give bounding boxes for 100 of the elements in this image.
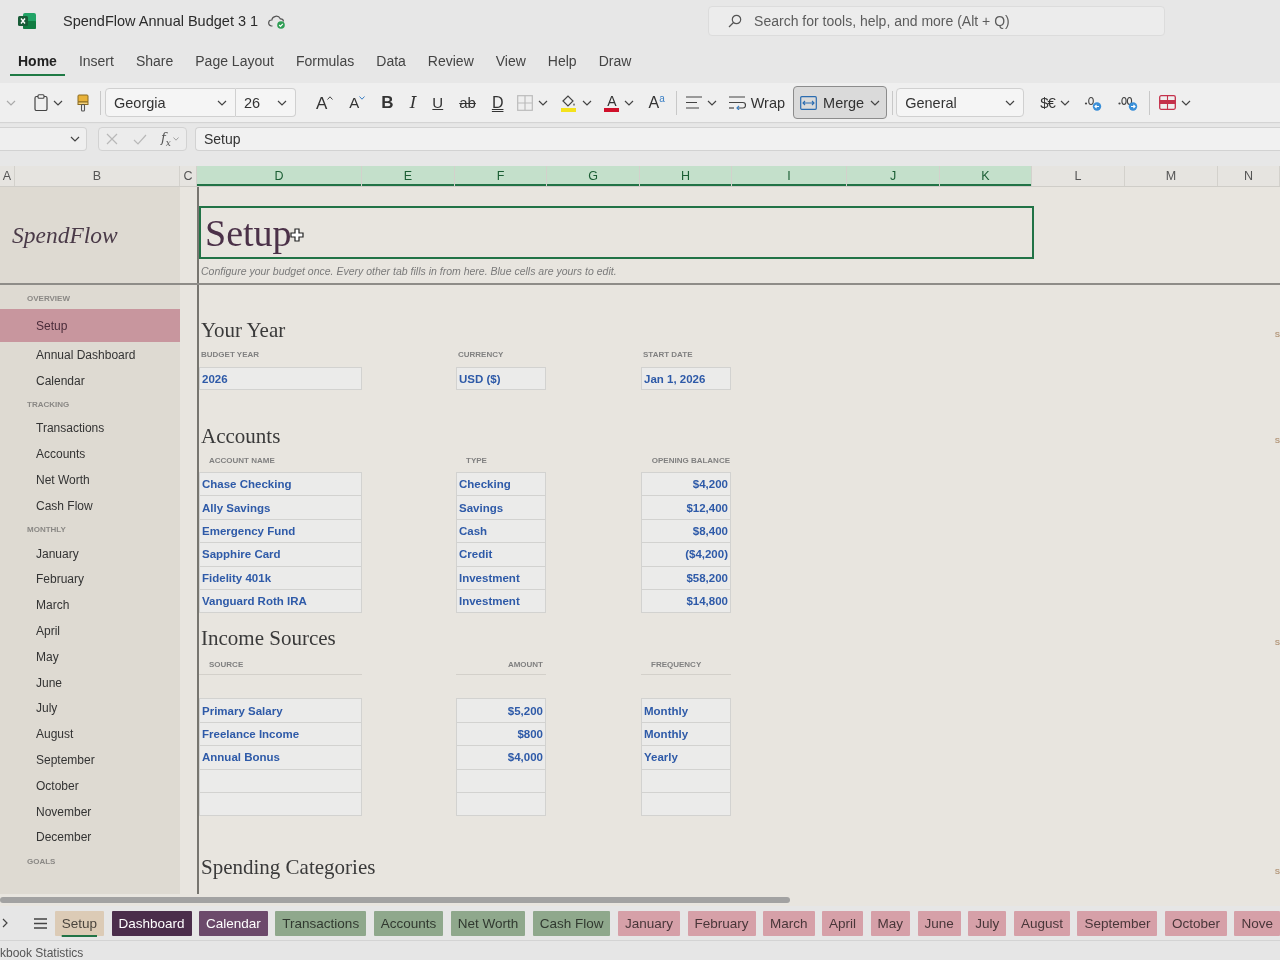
status-text[interactable]: kbook Statistics: [0, 945, 84, 960]
input-cell[interactable]: Annual Bonus: [199, 745, 362, 770]
nav-item[interactable]: Setup: [0, 309, 180, 342]
input-cell[interactable]: Yearly: [641, 745, 731, 770]
input-cell[interactable]: Jan 1, 2026: [641, 367, 731, 390]
nav-item[interactable]: October: [0, 772, 180, 799]
input-cell[interactable]: Monthly: [641, 698, 731, 723]
input-cell[interactable]: [199, 768, 362, 793]
input-cell[interactable]: [199, 791, 362, 817]
input-cell[interactable]: Fidelity 401k: [199, 565, 362, 590]
merge-button[interactable]: Merge: [793, 86, 888, 119]
font-name-dropdown[interactable]: Georgia: [105, 88, 236, 117]
input-cell[interactable]: Chase Checking: [199, 472, 362, 497]
sheet-tab[interactable]: April: [822, 910, 864, 936]
column-header[interactable]: J: [847, 166, 940, 186]
input-cell[interactable]: [456, 791, 546, 817]
ribbon-tab[interactable]: Draw: [590, 46, 640, 76]
input-cell[interactable]: Investment: [456, 588, 546, 614]
font-size-dropdown[interactable]: 26: [236, 88, 296, 117]
ribbon-tab[interactable]: Insert: [70, 46, 122, 76]
input-cell[interactable]: Credit: [456, 542, 546, 567]
ribbon-tab[interactable]: Share: [127, 46, 182, 76]
ribbon-tab[interactable]: Formulas: [287, 46, 363, 76]
search-field[interactable]: Search for tools, help, and more (Alt + Q): [708, 6, 1166, 36]
ribbon-tab[interactable]: Data: [368, 46, 414, 76]
font-color-button[interactable]: A: [600, 87, 639, 118]
cloud-check-icon[interactable]: [268, 13, 288, 29]
nav-item[interactable]: June: [0, 669, 180, 696]
sheet-tab[interactable]: January: [617, 910, 680, 936]
sheet-tab[interactable]: Cash Flow: [532, 910, 611, 936]
column-header[interactable]: E: [362, 166, 455, 186]
input-cell[interactable]: $5,200: [456, 698, 546, 723]
sheet-tab[interactable]: August: [1013, 910, 1070, 936]
chevron-down-icon[interactable]: [6, 99, 16, 106]
horizontal-scrollbar[interactable]: [0, 897, 790, 903]
nav-item[interactable]: Calendar: [0, 367, 180, 394]
input-cell[interactable]: Checking: [456, 472, 546, 497]
column-header[interactable]: F: [455, 166, 547, 186]
input-cell[interactable]: Ally Savings: [199, 495, 362, 520]
input-cell[interactable]: $12,400: [641, 495, 731, 520]
text-effects-button[interactable]: A$^{a}$: [642, 87, 671, 118]
sheet-tab[interactable]: June: [917, 910, 961, 936]
input-cell[interactable]: Primary Salary: [199, 698, 362, 723]
nav-item[interactable]: July: [0, 695, 180, 722]
ribbon-tab[interactable]: Home: [10, 46, 65, 76]
wrap-button[interactable]: Wrap: [724, 87, 790, 118]
sheet-tab[interactable]: July: [968, 910, 1007, 936]
nav-item[interactable]: April: [0, 618, 180, 644]
shrink-font-button[interactable]: A: [343, 87, 372, 118]
nav-item[interactable]: Cash Flow: [0, 493, 180, 519]
input-cell[interactable]: $14,800: [641, 588, 731, 614]
column-header[interactable]: A: [0, 166, 15, 186]
nav-item[interactable]: February: [0, 566, 180, 593]
nav-item[interactable]: Accounts: [0, 441, 180, 468]
input-cell[interactable]: $4,000: [456, 745, 546, 770]
nav-item[interactable]: Net Worth: [0, 467, 180, 493]
input-cell[interactable]: [641, 768, 731, 793]
column-header[interactable]: N: [1218, 166, 1280, 186]
input-cell[interactable]: [641, 791, 731, 817]
nav-item[interactable]: August: [0, 721, 180, 748]
input-cell[interactable]: ($4,200): [641, 542, 731, 567]
input-cell[interactable]: Investment: [456, 565, 546, 590]
column-header[interactable]: G: [547, 166, 640, 186]
sheet-tab[interactable]: Transactions: [275, 910, 367, 936]
sheet-tab[interactable]: Nove: [1234, 910, 1280, 936]
sheet-tab[interactable]: March: [763, 910, 815, 936]
sheet-tab[interactable]: Setup: [54, 910, 104, 936]
sheet-tab[interactable]: Accounts: [373, 910, 444, 936]
column-header[interactable]: I: [732, 166, 847, 186]
formula-field[interactable]: Setup: [195, 127, 1280, 151]
sheet-tab[interactable]: September: [1077, 910, 1158, 936]
spreadsheet-app-icon[interactable]: [18, 13, 36, 29]
sheet-tab[interactable]: Dashboard: [111, 910, 192, 936]
selected-cell[interactable]: Setup: [199, 206, 1034, 259]
input-cell[interactable]: 2026: [199, 367, 362, 390]
sheet-tab[interactable]: February: [687, 910, 756, 936]
ribbon-tab[interactable]: View: [487, 46, 534, 76]
column-header[interactable]: M: [1125, 166, 1218, 186]
sheet-tab[interactable]: May: [870, 910, 911, 936]
input-cell[interactable]: USD ($): [456, 367, 546, 390]
column-header[interactable]: D: [197, 166, 362, 186]
ribbon-tab[interactable]: Review: [419, 46, 482, 76]
double-underline-button[interactable]: D: [485, 87, 510, 118]
grow-font-button[interactable]: A: [310, 87, 340, 118]
input-cell[interactable]: [456, 768, 546, 793]
insert-function-button[interactable]: f$_{x}$: [157, 129, 182, 149]
bold-button[interactable]: B: [375, 87, 400, 118]
column-header[interactable]: L: [1032, 166, 1125, 186]
strikethrough-button[interactable]: ab: [453, 87, 482, 118]
italic-button[interactable]: I: [403, 87, 423, 118]
nav-item[interactable]: January: [0, 540, 180, 567]
input-cell[interactable]: Sapphire Card: [199, 542, 362, 567]
nav-item[interactable]: Transactions: [0, 415, 180, 442]
input-cell[interactable]: $4,200: [641, 472, 731, 497]
sheet-tab[interactable]: Net Worth: [450, 910, 526, 936]
ribbon-tab[interactable]: Help: [539, 46, 585, 76]
nav-item[interactable]: December: [0, 824, 180, 851]
sheet-tab[interactable]: Calendar: [199, 910, 268, 936]
column-header[interactable]: K: [940, 166, 1032, 186]
column-header[interactable]: H: [640, 166, 732, 186]
